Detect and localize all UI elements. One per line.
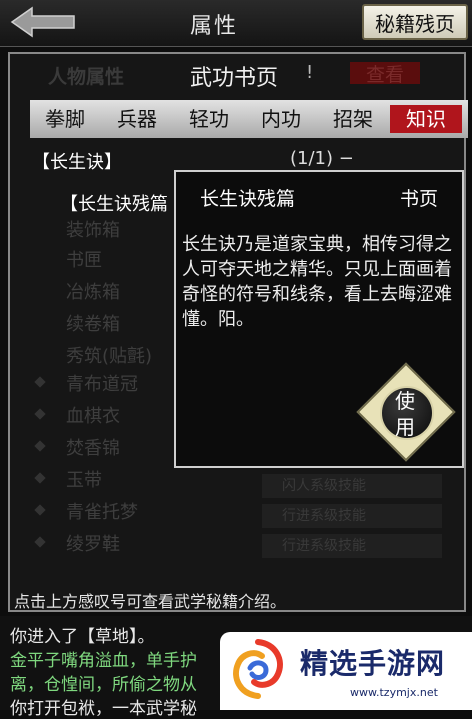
bg-list-item: 冶炼箱 <box>66 282 120 303</box>
bg-stat-row: 行进系级技能 <box>262 534 442 558</box>
swirl-logo-icon <box>233 639 283 699</box>
tab-parry[interactable]: 招架 <box>326 105 380 133</box>
log-line: 你打开包袱，一本武学秘 <box>10 699 197 719</box>
bg-label-view: 查看 <box>366 64 405 86</box>
bg-stat-row: 闪人系级技能 <box>262 474 442 498</box>
book-item[interactable]: 【长生诀残篇 <box>60 190 168 216</box>
site-watermark: 精选手游网 www.tzymjx.net <box>220 632 472 710</box>
watermark-url: www.tzymjx.net <box>350 686 438 699</box>
page-title: 属性 <box>190 14 239 39</box>
bg-stat-row: 行进系级技能 <box>262 504 442 528</box>
popup-item-type: 书页 <box>400 188 439 210</box>
bg-label-attributes: 人物属性 <box>48 66 125 88</box>
watermark-text: 精选手游网 <box>300 647 446 680</box>
bg-list-item: 焚香锦 <box>66 438 120 459</box>
category-tabs: 拳脚 兵器 轻功 内功 招架 知识 <box>30 100 468 138</box>
section-heading[interactable]: 【长生诀】 <box>32 148 122 174</box>
use-button[interactable]: 使用 <box>356 362 456 462</box>
bg-list-item: 青布道冠 <box>66 374 138 395</box>
log-line: 你进入了【草地】。 <box>10 627 155 647</box>
tab-lightness[interactable]: 轻功 <box>182 105 236 133</box>
popup-description: 长生诀乃是道家宝典，相传习得之人可夺天地之精华。只见上面画着奇怪的符号和线条，看… <box>182 234 452 330</box>
bg-list-item: 秀筑(贴氈) <box>66 346 153 367</box>
tab-fist[interactable]: 拳脚 <box>38 105 92 133</box>
bg-list-item: 绫罗鞋 <box>66 534 120 555</box>
top-bar: 属性 秘籍残页 <box>0 0 472 47</box>
section-count[interactable]: (1/1) − <box>290 148 354 169</box>
back-arrow-icon[interactable] <box>8 6 78 38</box>
popup-item-name: 长生诀残篇 <box>200 188 296 210</box>
info-exclamation-button[interactable]: ! <box>306 62 313 83</box>
panel-title: 武功书页 <box>190 66 279 91</box>
secret-pages-button[interactable]: 秘籍残页 <box>362 4 468 40</box>
hint-text: 点击上方感叹号可查看武学秘籍介绍。 <box>14 592 287 611</box>
tab-knowledge[interactable]: 知识 <box>390 105 462 133</box>
tab-internal[interactable]: 内功 <box>254 105 308 133</box>
bg-list-item: 装饰箱 <box>66 220 120 241</box>
log-line: 离，仓惶间，所偷之物从 <box>10 675 197 695</box>
log-line: 金平子嘴角溢血，单手护 <box>10 651 197 671</box>
bg-list-item: 青雀托梦 <box>66 502 138 523</box>
bg-list-item: 血棋衣 <box>66 406 120 427</box>
bg-list-item: 书匣 <box>66 250 102 271</box>
use-button-label: 使用 <box>395 389 415 439</box>
tab-weapon[interactable]: 兵器 <box>110 105 164 133</box>
bg-list-item: 续卷箱 <box>66 314 120 335</box>
bg-list-item: 玉带 <box>66 470 102 491</box>
